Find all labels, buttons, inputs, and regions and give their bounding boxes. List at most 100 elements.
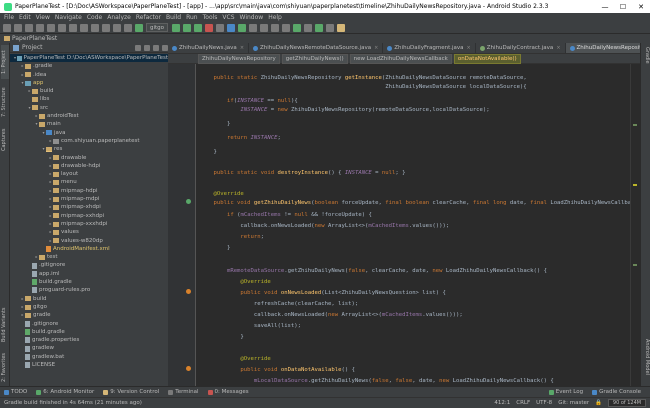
editor-tab[interactable]: ZhihuDailyNewsRepository.java× [565, 43, 640, 53]
tree-item[interactable]: ▾ PaperPlaneTest D:\Doc\ASWorkspace\Paper… [10, 54, 168, 63]
tree-item[interactable]: ▸ test [10, 253, 168, 261]
tool-window-terminal[interactable]: Terminal [168, 389, 199, 395]
close-tab-icon[interactable]: × [467, 45, 471, 51]
tree-item[interactable]: .gitignore [10, 320, 168, 328]
implement-gutter-icon[interactable] [186, 366, 191, 371]
avd-manager-icon[interactable] [304, 23, 313, 32]
tool-window-9-version-control[interactable]: 9: Version Control [103, 389, 159, 395]
redo-icon[interactable] [47, 23, 55, 32]
tool-tab-structure[interactable]: 7: Structure [1, 83, 9, 121]
tool-tab-favorites[interactable]: 2: Favorites [1, 349, 9, 385]
forward-icon[interactable] [124, 23, 132, 32]
sync-icon[interactable] [25, 23, 33, 32]
code-line[interactable]: @Override [200, 355, 270, 364]
tree-item[interactable]: ▸ androidTest [10, 112, 168, 120]
project-view-selector[interactable]: Project [22, 44, 43, 51]
tree-item[interactable]: ▾ res [10, 145, 168, 153]
cut-icon[interactable] [58, 23, 66, 32]
code-line[interactable]: } [200, 148, 216, 157]
close-tab-icon[interactable]: × [240, 45, 244, 51]
tree-item[interactable]: ▸ gitgo [10, 303, 168, 311]
tree-item[interactable]: ▸ com.shiyuan.paperplanetest [10, 137, 168, 145]
structure-crumb[interactable]: onDataNotAvailable() [453, 53, 521, 64]
tree-item[interactable]: ▸ mipmap-mdpi [10, 195, 168, 203]
editor-tab[interactable]: ZhihuDailyNews.java × [168, 43, 250, 53]
stripe-mark[interactable] [633, 184, 637, 186]
tool-window-todo[interactable]: TODO [4, 389, 27, 395]
code-line[interactable]: ZhihuDailyNewsDataSource localDataSource… [200, 83, 526, 92]
implement-gutter-icon[interactable] [186, 289, 191, 294]
close-tab-icon[interactable]: × [556, 45, 560, 51]
code-line[interactable]: } [200, 244, 230, 253]
settings-icon[interactable] [271, 23, 280, 32]
menu-navigate[interactable]: Navigate [55, 14, 82, 21]
menu-vcs[interactable]: VCS [222, 14, 234, 21]
run-config-select[interactable]: gitgo [146, 23, 169, 32]
menu-tools[interactable]: Tools [203, 14, 218, 21]
open-icon[interactable] [3, 23, 11, 32]
editor-tab[interactable]: ZhihuDailyFragment.java × [383, 43, 476, 53]
structure-crumb[interactable]: new LoadZhihuDailyNewsCallback [349, 53, 452, 64]
copy-icon[interactable] [69, 23, 77, 32]
code-line[interactable]: @Override [200, 278, 270, 287]
tree-item[interactable]: proguard-rules.pro [10, 286, 168, 294]
tool-window-0-messages[interactable]: 0: Messages [207, 389, 249, 395]
code-line[interactable]: public void onNewsLoaded(List<ZhihuDaily… [200, 289, 445, 298]
status-message[interactable]: Gradle build finished in 4s 64ms (21 min… [4, 400, 494, 406]
tool-tab-gradle[interactable]: Gradle [642, 47, 650, 77]
vcs-history-icon[interactable] [249, 23, 258, 32]
tree-item[interactable]: ▸ values [10, 228, 168, 236]
code-line[interactable]: if(INSTANCE == null){ [200, 97, 298, 106]
menu-view[interactable]: View [36, 14, 50, 21]
tree-item[interactable]: ▸ mipmap-hdpi [10, 187, 168, 195]
attach-debugger-icon[interactable] [216, 23, 225, 32]
code-line[interactable]: refreshCache(clearCache, list); [200, 300, 358, 309]
vcs-revert-icon[interactable] [260, 23, 269, 32]
save-icon[interactable] [14, 23, 22, 32]
code-line[interactable]: mLocalDataSource.getZhihuDailyNews(false… [200, 377, 554, 386]
vcs-branch[interactable]: Git: master [558, 400, 589, 406]
menu-file[interactable]: File [4, 14, 14, 21]
tree-item[interactable]: ▸ gradle [10, 311, 168, 319]
tree-item[interactable]: AndroidManifest.xml [10, 245, 168, 253]
tree-item[interactable]: ▾ app [10, 79, 168, 87]
tool-window-event-log[interactable]: Event Log [548, 389, 583, 395]
code-line[interactable]: INSTANCE = new ZhihuDailyNewsRepository(… [200, 106, 489, 115]
tree-item[interactable]: gradle.properties [10, 336, 168, 344]
gradle-sync-icon[interactable] [293, 23, 302, 32]
editor-tab[interactable]: ZhihuDailyContract.java × [476, 43, 566, 53]
vcs-update-icon[interactable] [227, 23, 236, 32]
nav-crumb-project[interactable]: PaperPlaneTest [4, 35, 57, 42]
code-line[interactable]: @Override [200, 190, 243, 199]
stripe-mark[interactable] [633, 124, 637, 126]
tool-window-gradle-console[interactable]: Gradle Console [592, 389, 641, 395]
panel-settings-icon[interactable] [153, 44, 159, 51]
menu-build[interactable]: Build [166, 14, 181, 21]
code-line[interactable]: } [200, 120, 230, 129]
vcs-commit-icon[interactable] [238, 23, 247, 32]
tree-item[interactable]: gradlew.bat [10, 353, 168, 361]
code-area[interactable]: public static ZhihuDailyNewsRepository g… [200, 64, 640, 386]
tree-item[interactable]: ▸ build [10, 87, 168, 95]
tree-item[interactable]: build.gradle [10, 278, 168, 286]
undo-icon[interactable] [36, 23, 44, 32]
menu-edit[interactable]: Edit [19, 14, 31, 21]
tree-item[interactable]: ▸ mipmap-xxhdpi [10, 212, 168, 220]
code-line[interactable]: callback.onNewsLoaded(new ArrayList<>(mC… [200, 311, 463, 320]
tool-window-6-android-monitor[interactable]: 6: Android Monitor [36, 389, 94, 395]
stripe-mark[interactable] [633, 264, 637, 266]
code-line[interactable]: public void onDataNotAvailable() { [200, 366, 355, 375]
tree-item[interactable]: LICENSE [10, 361, 168, 369]
tool-tab-build-variants[interactable]: Build Variants [1, 303, 9, 347]
code-line[interactable]: if (mCachedItems != null && !forceUpdate… [200, 211, 372, 220]
code-line[interactable]: public void getZhihuDailyNews(boolean fo… [200, 199, 640, 208]
sync-scroll-icon[interactable] [135, 44, 141, 51]
help-icon[interactable] [337, 23, 346, 32]
tree-item[interactable]: .gitignore [10, 261, 168, 269]
project-structure-icon[interactable] [282, 23, 291, 32]
file-encoding[interactable]: UTF-8 [536, 400, 552, 406]
menu-run[interactable]: Run [186, 14, 198, 21]
code-line[interactable]: saveAll(list); [200, 322, 301, 331]
replace-icon[interactable] [102, 23, 110, 32]
paste-icon[interactable] [80, 23, 88, 32]
